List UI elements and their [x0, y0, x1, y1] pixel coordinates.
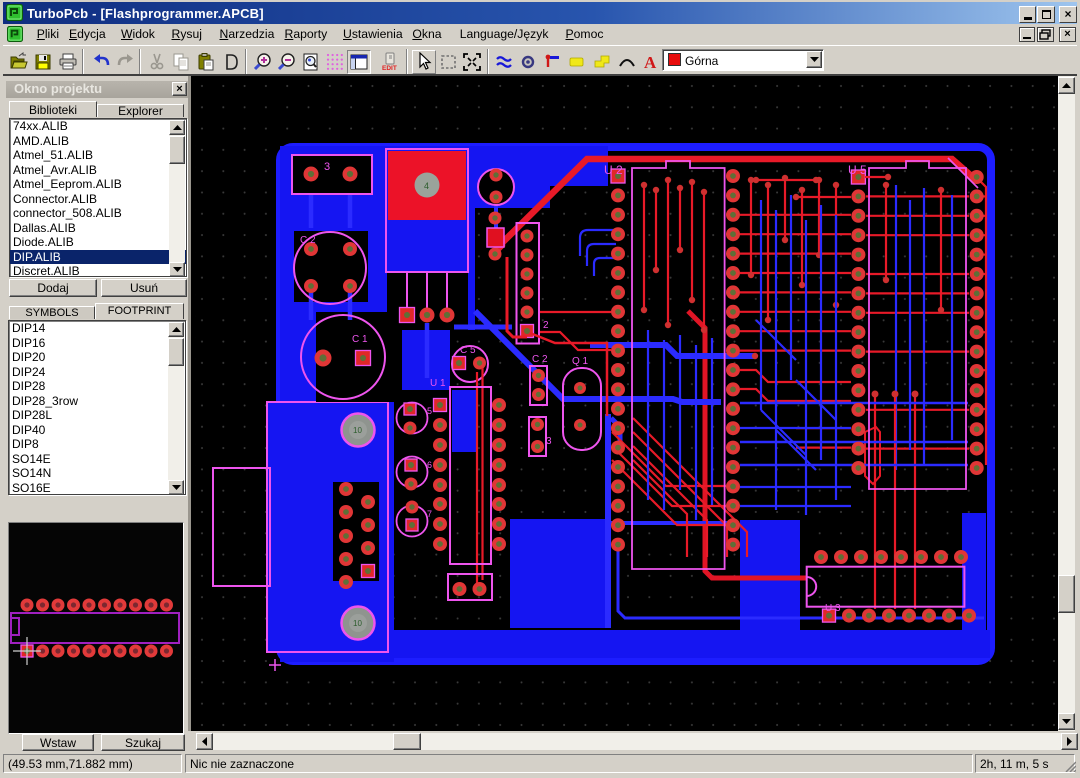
svg-text:Q 1: Q 1	[572, 356, 589, 367]
svg-text:10: 10	[353, 426, 362, 435]
svg-text:5: 5	[427, 406, 432, 416]
svg-text:C 2: C 2	[300, 235, 316, 246]
svg-text:A: A	[644, 53, 657, 72]
svg-text:EDIT: EDIT	[382, 65, 397, 72]
svg-text:2: 2	[543, 320, 549, 331]
svg-text:4: 4	[424, 181, 429, 191]
svg-text:U 5: U 5	[848, 163, 867, 177]
svg-text:6: 6	[427, 460, 432, 470]
svg-text:U 2: U 2	[604, 163, 623, 177]
svg-text:U 3: U 3	[825, 603, 841, 614]
svg-text:C 5: C 5	[460, 345, 476, 356]
svg-text:C 2: C 2	[532, 354, 548, 365]
svg-text:10: 10	[353, 619, 362, 628]
svg-text:U 1: U 1	[430, 378, 446, 389]
svg-text:3: 3	[546, 436, 552, 447]
svg-text:7: 7	[427, 509, 432, 519]
svg-text:3: 3	[324, 161, 330, 173]
svg-text:C 1: C 1	[352, 334, 368, 345]
